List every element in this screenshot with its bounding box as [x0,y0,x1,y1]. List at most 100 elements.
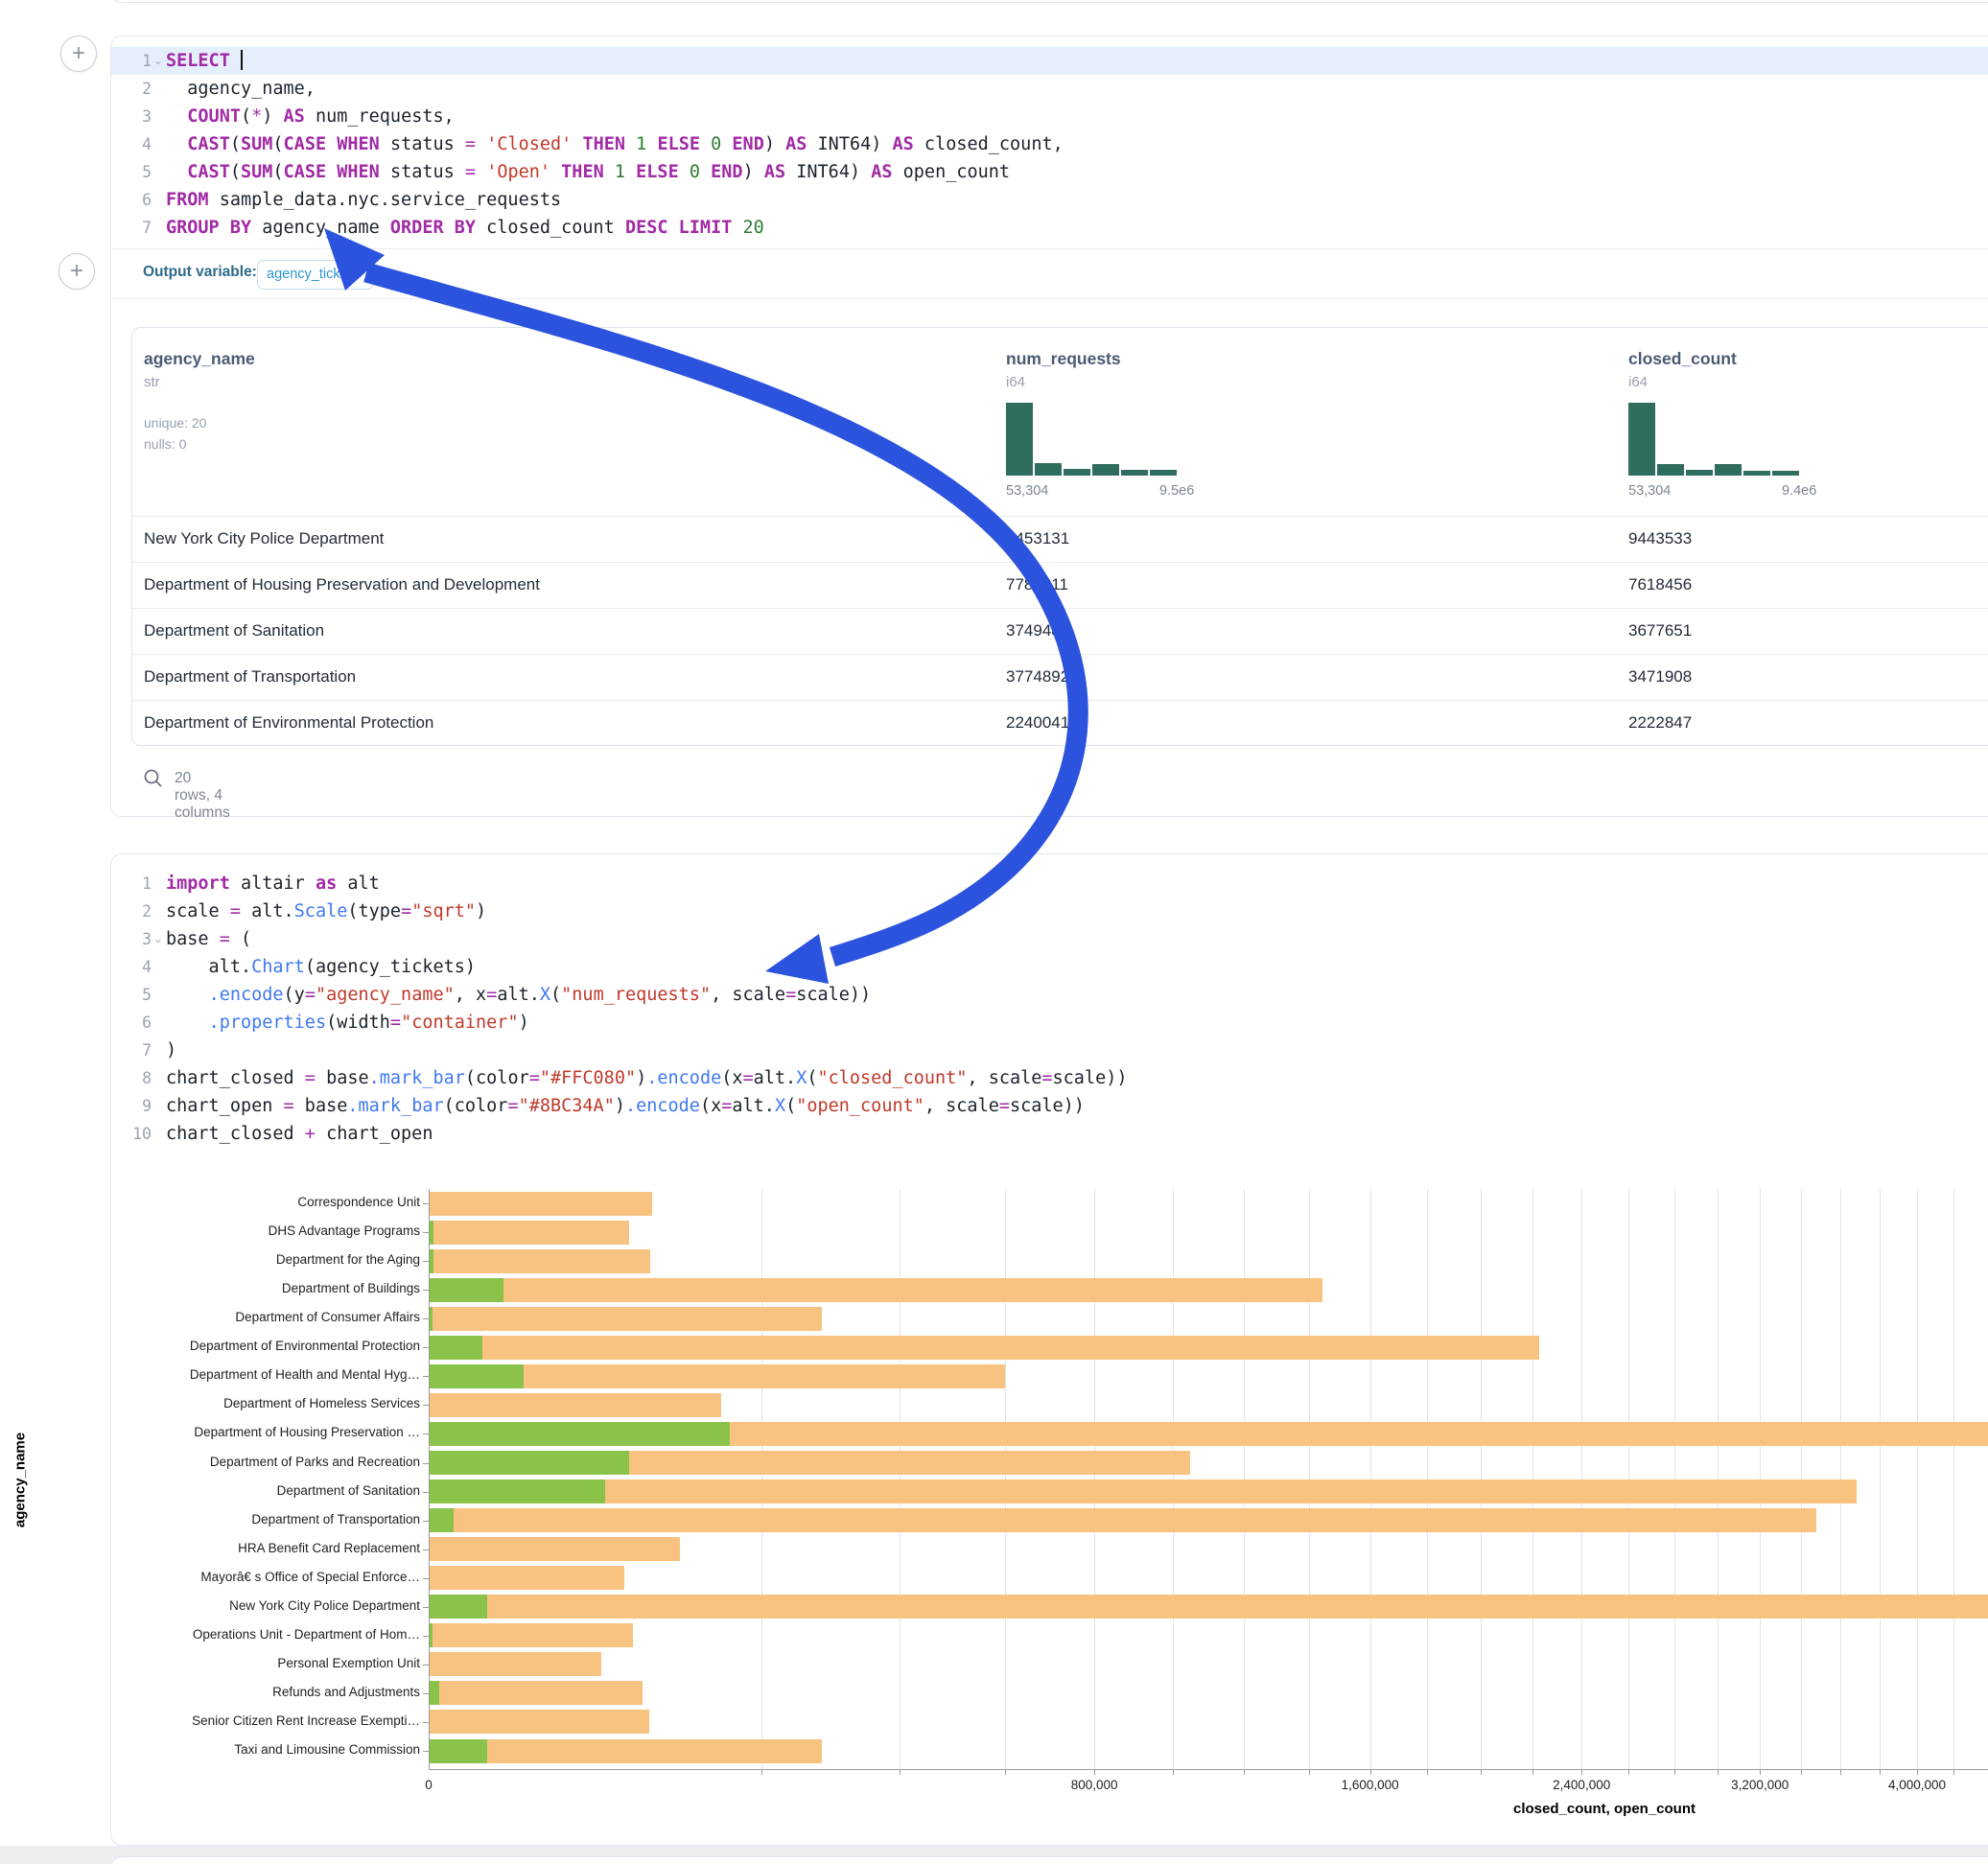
code-line-7[interactable]: 7 GROUP BY agency_name ORDER BY closed_co… [111,214,1988,242]
code-line-2[interactable]: 2 agency_name, [111,75,1988,103]
line-number: 1 [111,870,152,897]
line-number: 10 [111,1120,152,1148]
cell-num_requests: 3774892 [1006,667,1069,687]
cell-closed_count: 7618456 [1628,575,1692,594]
code-line-5[interactable]: 5 CAST(SUM(CASE WHEN status = 'Open' THE… [111,158,1988,186]
histogram-bin [1628,403,1655,476]
line-number: 9 [111,1092,152,1120]
code-text: scale = alt.Scale(type="sqrt") [166,897,486,925]
column-header-closed-count: closed_count i64 [1628,349,1737,390]
code-text: ) [166,1037,176,1064]
output-variable-row: Output variable: agency_tickets [111,248,1988,299]
code-line-1[interactable]: 1 import altair as alt [111,870,1988,897]
previous-cell-edge [110,0,1988,3]
add-cell-button-top[interactable]: + [60,35,97,72]
code-line-10[interactable]: 10chart_closed + chart_open [111,1120,1988,1148]
cell-agency_name: Department of Housing Preservation and D… [144,575,540,594]
line-number: 6 [111,1009,152,1037]
code-line-4[interactable]: 4 alt.Chart(agency_tickets) [111,953,1988,981]
code-line-9[interactable]: 9 chart_open = base.mark_bar(color="#8BC3… [111,1092,1988,1120]
table-row: Department of Sanitation 3749485 3677651 [132,608,1988,654]
histogram-bin [1772,471,1799,476]
line-number: 3 [111,925,152,953]
table-row: New York City Police Department945313194… [132,516,1988,562]
y-axis-title: agency_name [12,1385,29,1576]
table-dimensions-text: 20 rows, 4 columns [175,770,230,822]
table-row: Department of Transportation 3774892 34719… [132,654,1988,700]
line-number: 4 [111,953,152,981]
cell-closed_count: 3677651 [1628,621,1692,641]
histogram-bin [1715,464,1742,476]
code-line-8[interactable]: 8 chart_closed = base.mark_bar(color="#FF… [111,1064,1988,1092]
closed-count-histogram-range: 53,304 9.4e6 [1628,483,1801,499]
code-line-3[interactable]: 3 COUNT(*) AS num_requests, [111,103,1988,130]
code-text: chart_open = base.mark_bar(color="#8BC34… [166,1092,1085,1120]
code-text: chart_closed = base.mark_bar(color="#FFC… [166,1064,1128,1092]
histogram-bin [1092,464,1119,476]
code-line-6[interactable]: 6 FROM sample_data.nyc.service_requests [111,186,1988,214]
table-row: Department of Environmental Protection 22… [132,700,1988,746]
text-cursor [241,50,243,70]
histogram-bin [1150,470,1177,476]
code-text: CAST(SUM(CASE WHEN status = 'Open' THEN … [166,158,1010,186]
code-line-6[interactable]: 6 .properties(width="container") [111,1009,1988,1037]
code-line-7[interactable]: 7) [111,1037,1988,1064]
histogram-bin [1064,469,1090,476]
python-cell: 1 import altair as alt 2 scale = alt.Scale(… [110,853,1988,1846]
histogram-bin [1035,463,1062,476]
output-variable-label: Output variable: [143,264,257,281]
python-code-editor[interactable]: 1 import altair as alt 2 scale = alt.Scale(… [111,870,1988,1148]
line-number: 8 [111,1064,152,1092]
line-number: 1 [111,47,152,75]
cell-agency_name: Department of Sanitation [144,621,324,641]
code-text: CAST(SUM(CASE WHEN status = 'Closed' THE… [166,130,1064,158]
line-number: 7 [111,214,152,242]
cell-num_requests: 2240041 [1006,713,1069,733]
code-text: agency_name, [166,75,316,103]
result-table: agency_name str unique: 20 nulls: 0 num_… [131,327,1988,746]
line-number: 7 [111,1037,152,1064]
output-variable-input[interactable]: agency_tickets [257,260,374,290]
code-line-5[interactable]: 5 .encode(y="agency_name", x=alt.X("num_… [111,981,1988,1009]
code-text: FROM sample_data.nyc.service_requests [166,186,561,214]
histogram-bin [1686,470,1713,476]
code-line-2[interactable]: 2 scale = alt.Scale(type="sqrt") [111,897,1988,925]
line-number: 2 [111,897,152,925]
code-line-1[interactable]: 1⌄SELECT [111,47,1988,75]
cell-agency_name: Department of Environmental Protection [144,713,433,733]
search-icon[interactable] [143,768,164,789]
code-text: COUNT(*) AS num_requests, [166,103,455,130]
cell-num_requests: 9453131 [1006,529,1069,548]
code-text: .properties(width="container") [166,1009,529,1037]
fold-chevron-icon[interactable]: ⌄ [153,925,167,953]
cell-closed_count: 2222847 [1628,713,1692,733]
code-line-3[interactable]: 3⌄base = ( [111,925,1988,953]
line-number: 4 [111,130,152,158]
code-text: import altair as alt [166,870,380,897]
column-header-num-requests: num_requests i64 [1006,349,1121,390]
cell-closed_count: 3471908 [1628,667,1692,687]
histogram-bin [1743,471,1770,476]
notebook-page: + + 1⌄SELECT 2 agency_name,3 COUNT(*) AS… [0,0,1988,1864]
num-requests-histogram [1006,403,1177,476]
num-requests-histogram-range: 53,304 9.5e6 [1006,483,1179,499]
code-text: GROUP BY agency_name ORDER BY closed_cou… [166,214,764,242]
add-cell-button-output[interactable]: + [58,253,95,290]
cell-agency_name: New York City Police Department [144,529,384,548]
sql-cell: 1⌄SELECT 2 agency_name,3 COUNT(*) AS num… [110,35,1988,817]
line-number: 5 [111,158,152,186]
column-header-agency-name: agency_name str unique: 20 nulls: 0 [144,349,255,452]
code-text: base = ( [166,925,251,953]
table-row: Department of Housing Preservation and D… [132,562,1988,608]
line-number: 6 [111,186,152,214]
fold-chevron-icon[interactable]: ⌄ [153,47,167,75]
sql-code-editor[interactable]: 1⌄SELECT 2 agency_name,3 COUNT(*) AS num… [111,47,1988,242]
code-line-4[interactable]: 4 CAST(SUM(CASE WHEN status = 'Closed' T… [111,130,1988,158]
line-number: 5 [111,981,152,1009]
cell-agency_name: Department of Transportation [144,667,356,687]
cell-num_requests: 3749485 [1006,621,1069,641]
line-number: 3 [111,103,152,130]
histogram-bin [1657,464,1684,476]
histogram-bin [1121,470,1148,476]
code-text: alt.Chart(agency_tickets) [166,953,476,981]
